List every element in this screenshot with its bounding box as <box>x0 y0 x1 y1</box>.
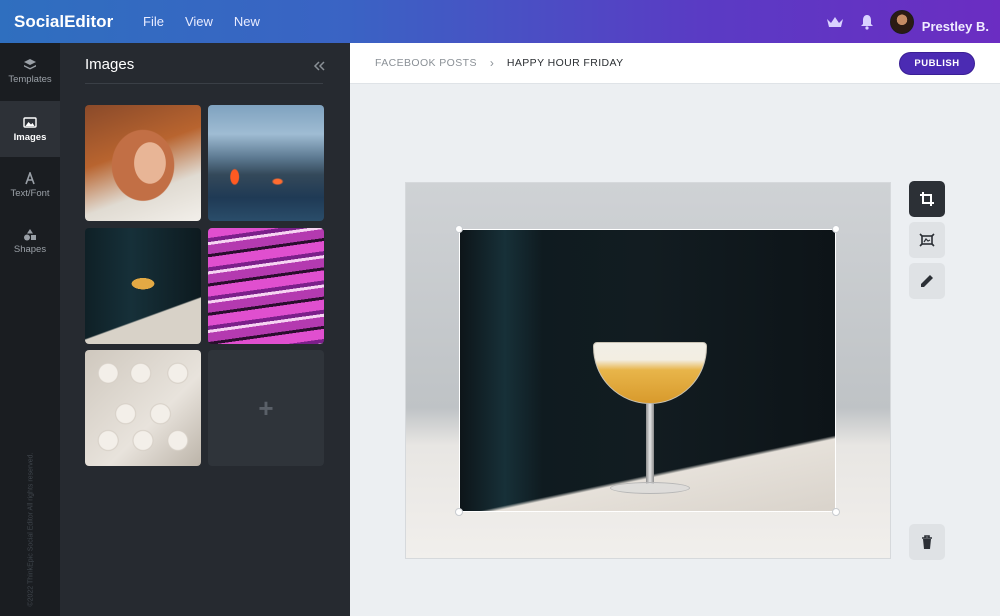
crop-icon <box>920 192 934 206</box>
cocktail-glass-bowl <box>593 342 707 404</box>
image-icon <box>23 116 37 128</box>
cocktail-glass-stem <box>646 404 654 484</box>
pencil-icon <box>921 275 933 287</box>
menu-file[interactable]: File <box>143 14 164 29</box>
top-right-controls: Prestley B. <box>826 0 989 43</box>
sidebar-item-shapes[interactable]: Shapes <box>0 213 60 269</box>
image-thumbnail-portrait[interactable] <box>85 105 201 221</box>
images-panel: Images + <box>60 43 350 616</box>
menu-view[interactable]: View <box>185 14 213 29</box>
cocktail-glass-base <box>610 482 690 494</box>
breadcrumb-parent[interactable]: FACEBOOK POSTS <box>375 57 477 69</box>
frame-tool-button[interactable] <box>909 222 945 258</box>
app-logo[interactable]: SocialEditor <box>14 12 143 32</box>
sidebar-item-label: Templates <box>8 73 52 85</box>
sidebar-item-label: Images <box>13 131 47 143</box>
publish-button[interactable]: PUBLISH <box>899 52 975 75</box>
user-name[interactable]: Prestley B. <box>922 19 989 34</box>
bell-icon[interactable] <box>860 14 874 30</box>
crop-handle-top-right[interactable] <box>832 225 840 233</box>
image-thumbnail-abstract-waves[interactable] <box>208 228 324 344</box>
trash-icon <box>922 535 932 549</box>
top-bar: SocialEditor File View New Prestley B. <box>0 0 1000 43</box>
sidebar-item-text-font[interactable]: Text/Font <box>0 157 60 213</box>
crop-handle-bottom-right[interactable] <box>832 508 840 516</box>
main-menu: File View New <box>143 14 281 29</box>
avatar[interactable] <box>889 9 914 34</box>
image-thumbnail-roses[interactable] <box>85 350 201 466</box>
edit-tool-button[interactable] <box>909 263 945 299</box>
add-image-button[interactable]: + <box>208 350 324 466</box>
menu-new[interactable]: New <box>234 14 260 29</box>
sidebar-item-label: Shapes <box>13 243 47 255</box>
sidebar-rail: Templates Images Text/Font Shapes ©2022 … <box>0 43 60 616</box>
layers-icon <box>24 58 36 69</box>
chevron-right-icon: › <box>489 56 494 70</box>
panel-title: Images <box>85 56 135 73</box>
sidebar-item-label: Text/Font <box>10 187 50 199</box>
sidebar-item-templates[interactable]: Templates <box>0 43 60 99</box>
crop-selection-image[interactable] <box>459 229 836 512</box>
copyright: ©2022 ThinkEpic Social Editor All rights… <box>24 448 36 616</box>
delete-button[interactable] <box>909 524 945 560</box>
shapes-icon <box>24 228 36 240</box>
collapse-icon[interactable] <box>313 61 325 71</box>
text-icon <box>25 171 35 184</box>
image-thumbnail-lava-ocean[interactable] <box>208 105 324 221</box>
breadcrumb-current: HAPPY HOUR FRIDAY <box>506 57 624 69</box>
crop-handle-top-left[interactable] <box>455 225 463 233</box>
sidebar-item-images[interactable]: Images <box>0 101 60 157</box>
panel-divider <box>85 83 323 84</box>
copyright-text: ©2022 ThinkEpic Social Editor All rights… <box>27 452 35 607</box>
image-frame-icon <box>919 233 935 247</box>
plus-icon: + <box>258 392 274 423</box>
crown-icon[interactable] <box>826 15 844 29</box>
crop-handle-bottom-left[interactable] <box>455 508 463 516</box>
breadcrumb: FACEBOOK POSTS › HAPPY HOUR FRIDAY PUBLI… <box>350 43 1000 84</box>
crop-tool-button[interactable] <box>909 181 945 217</box>
image-thumbnail-cocktail[interactable] <box>85 228 201 344</box>
